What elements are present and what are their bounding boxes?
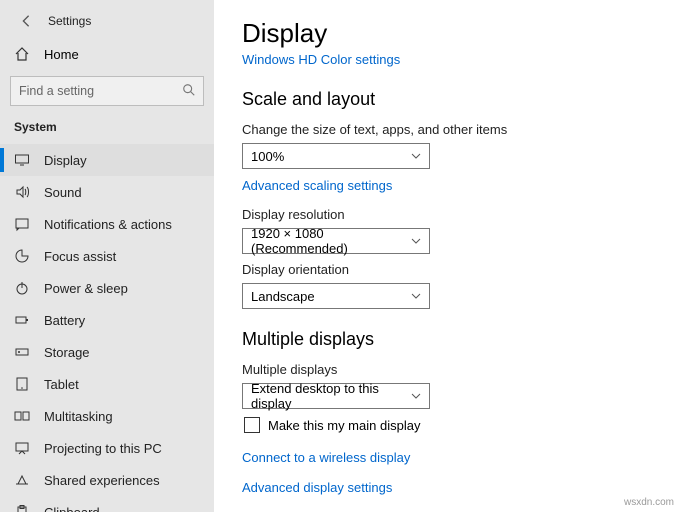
scale-dropdown[interactable]: 100% [242, 143, 430, 169]
shared-icon [14, 472, 30, 488]
home-nav[interactable]: Home [0, 36, 214, 72]
sidebar-item-focus[interactable]: Focus assist [0, 240, 214, 272]
sidebar-item-projecting[interactable]: Projecting to this PC [0, 432, 214, 464]
nav-label: Tablet [44, 377, 79, 392]
sidebar-item-clipboard[interactable]: Clipboard [0, 496, 214, 512]
nav-label: Power & sleep [44, 281, 128, 296]
nav-label: Display [44, 153, 87, 168]
nav-label: Storage [44, 345, 90, 360]
sidebar-item-display[interactable]: Display [0, 144, 214, 176]
main-content: Display Windows HD Color settings Scale … [214, 0, 680, 512]
sidebar-item-shared[interactable]: Shared experiences [0, 464, 214, 496]
main-display-checkbox-row[interactable]: Make this my main display [244, 417, 652, 433]
wireless-display-link[interactable]: Connect to a wireless display [242, 450, 410, 465]
sidebar-item-notifications[interactable]: Notifications & actions [0, 208, 214, 240]
advanced-display-link[interactable]: Advanced display settings [242, 480, 392, 495]
home-icon [14, 46, 30, 62]
multitasking-icon [14, 408, 30, 424]
nav-label: Clipboard [44, 505, 100, 512]
hd-color-link[interactable]: Windows HD Color settings [242, 52, 400, 67]
storage-icon [14, 344, 30, 360]
sidebar-item-sound[interactable]: Sound [0, 176, 214, 208]
main-display-label: Make this my main display [268, 418, 420, 433]
chevron-down-icon [411, 291, 421, 301]
window-title: Settings [48, 14, 91, 28]
search-icon [182, 83, 196, 97]
scale-layout-head: Scale and layout [242, 89, 652, 110]
scale-value: 100% [251, 149, 284, 164]
advanced-scaling-link[interactable]: Advanced scaling settings [242, 178, 392, 193]
group-heading: System [0, 120, 214, 144]
back-icon[interactable] [18, 13, 34, 29]
scale-label: Change the size of text, apps, and other… [242, 122, 652, 137]
nav-label: Sound [44, 185, 82, 200]
nav-label: Projecting to this PC [44, 441, 162, 456]
resolution-value: 1920 × 1080 (Recommended) [251, 226, 421, 256]
watermark: wsxdn.com [624, 497, 674, 508]
notifications-icon [14, 216, 30, 232]
sidebar-item-power[interactable]: Power & sleep [0, 272, 214, 304]
resolution-label: Display resolution [242, 207, 652, 222]
resolution-dropdown[interactable]: 1920 × 1080 (Recommended) [242, 228, 430, 254]
focus-icon [14, 248, 30, 264]
nav-label: Focus assist [44, 249, 116, 264]
orientation-value: Landscape [251, 289, 315, 304]
sound-icon [14, 184, 30, 200]
sidebar-item-battery[interactable]: Battery [0, 304, 214, 336]
power-icon [14, 280, 30, 296]
nav-label: Notifications & actions [44, 217, 172, 232]
home-label: Home [44, 47, 79, 62]
chevron-down-icon [411, 391, 421, 401]
orientation-dropdown[interactable]: Landscape [242, 283, 430, 309]
battery-icon [14, 312, 30, 328]
nav-label: Shared experiences [44, 473, 160, 488]
chevron-down-icon [411, 236, 421, 246]
search-input[interactable] [10, 76, 204, 106]
page-title: Display [242, 18, 652, 49]
chevron-down-icon [411, 151, 421, 161]
tablet-icon [14, 376, 30, 392]
sidebar-item-tablet[interactable]: Tablet [0, 368, 214, 400]
sidebar-item-multitasking[interactable]: Multitasking [0, 400, 214, 432]
projecting-icon [14, 440, 30, 456]
multiple-displays-value: Extend desktop to this display [251, 381, 421, 411]
multiple-displays-head: Multiple displays [242, 329, 652, 350]
orientation-label: Display orientation [242, 262, 652, 277]
nav-label: Battery [44, 313, 85, 328]
checkbox-icon[interactable] [244, 417, 260, 433]
sidebar: Settings Home System Display Sound [0, 0, 214, 512]
nav-label: Multitasking [44, 409, 113, 424]
multiple-displays-dropdown[interactable]: Extend desktop to this display [242, 383, 430, 409]
clipboard-icon [14, 504, 30, 512]
display-icon [14, 152, 30, 168]
multiple-displays-label: Multiple displays [242, 362, 652, 377]
sidebar-item-storage[interactable]: Storage [0, 336, 214, 368]
